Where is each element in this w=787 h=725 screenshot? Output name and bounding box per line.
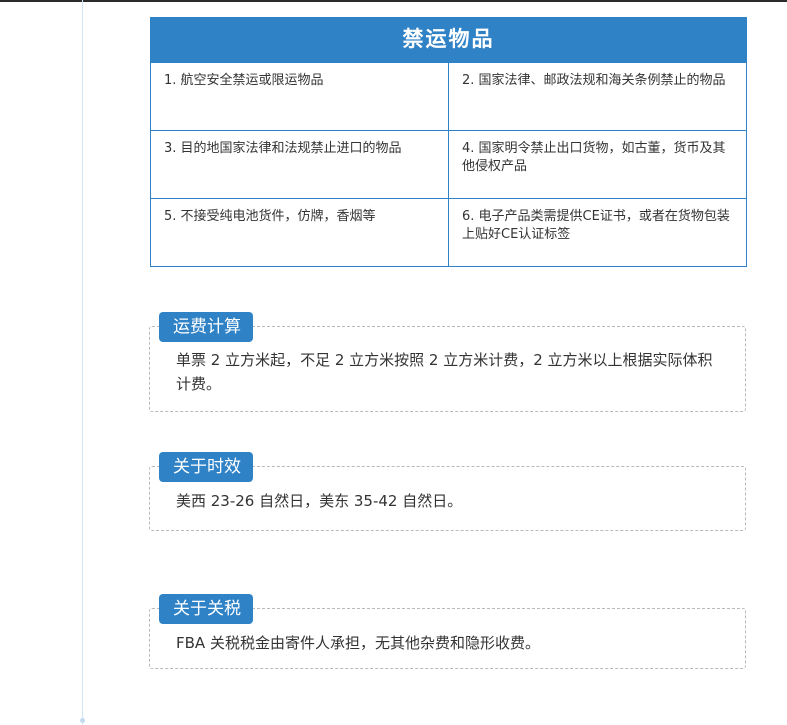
- top-divider: [0, 0, 787, 2]
- shipping-fee-label: 运费计算: [159, 312, 253, 342]
- table-row: 5. 不接受纯电池货件，仿牌，香烟等 6. 电子产品类需提供CE证书，或者在货物…: [150, 198, 747, 267]
- scroll-marker-dot: [80, 718, 85, 723]
- table-row: 3. 目的地国家法律和法规禁止进口的物品 4. 国家明令禁止出口货物，如古董，货…: [150, 130, 747, 199]
- table-row: 1. 航空安全禁运或限运物品 2. 国家法律、邮政法规和海关条例禁止的物品: [150, 62, 747, 131]
- transit-time-label: 关于时效: [159, 452, 253, 482]
- left-vertical-guide: [82, 0, 83, 725]
- restricted-item-2: 2. 国家法律、邮政法规和海关条例禁止的物品: [448, 62, 747, 131]
- restricted-item-6: 6. 电子产品类需提供CE证书，或者在货物包装上贴好CE认证标签: [448, 198, 747, 267]
- restricted-items-section: 禁运物品 1. 航空安全禁运或限运物品 2. 国家法律、邮政法规和海关条例禁止的…: [150, 17, 747, 267]
- duties-label: 关于关税: [159, 594, 253, 624]
- restricted-items-title: 禁运物品: [150, 17, 747, 62]
- restricted-item-1: 1. 航空安全禁运或限运物品: [150, 62, 449, 131]
- restricted-item-4: 4. 国家明令禁止出口货物，如古董，货币及其他侵权产品: [448, 130, 747, 199]
- restricted-items-table: 1. 航空安全禁运或限运物品 2. 国家法律、邮政法规和海关条例禁止的物品 3.…: [150, 62, 747, 267]
- restricted-item-3: 3. 目的地国家法律和法规禁止进口的物品: [150, 130, 449, 199]
- restricted-item-5: 5. 不接受纯电池货件，仿牌，香烟等: [150, 198, 449, 267]
